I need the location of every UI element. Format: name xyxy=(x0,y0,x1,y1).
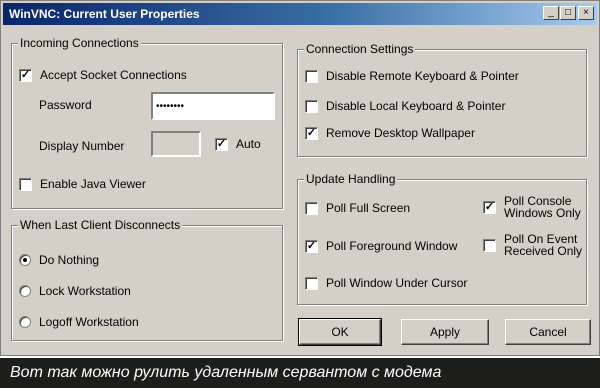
poll-console-label: Poll Console Windows Only xyxy=(504,195,581,219)
poll-console-checkbox[interactable]: ✓ Poll Console Windows Only xyxy=(483,195,581,219)
java-viewer-check-icon xyxy=(19,177,32,191)
cancel-button[interactable]: Cancel xyxy=(505,319,591,345)
radio-icon xyxy=(19,316,31,328)
password-input[interactable] xyxy=(153,94,273,118)
radio-selected-icon xyxy=(19,254,31,266)
poll-on-event-checkbox[interactable]: Poll On Event Received Only xyxy=(483,233,582,257)
checkbox-checked-icon: ✓ xyxy=(305,126,318,140)
checkbox-icon xyxy=(305,276,318,290)
disable-local-keyboard-checkbox[interactable]: Disable Local Keyboard & Pointer xyxy=(305,99,505,113)
maximize-icon[interactable]: □ xyxy=(560,6,576,20)
window-title: WinVNC: Current User Properties xyxy=(9,7,200,21)
close-icon[interactable]: × xyxy=(578,6,594,20)
checkbox-label: Disable Remote Keyboard & Pointer xyxy=(326,69,519,83)
display-number-input[interactable] xyxy=(153,133,199,155)
checkbox-icon xyxy=(305,99,318,113)
radio-logoff-workstation[interactable]: Logoff Workstation xyxy=(19,315,139,329)
password-label: Password xyxy=(39,98,92,112)
checkbox-label: Poll Full Screen xyxy=(326,201,411,215)
minimize-icon[interactable]: _ xyxy=(543,6,559,20)
display-number-label: Display Number xyxy=(39,139,125,153)
radio-do-nothing[interactable]: Do Nothing xyxy=(19,253,99,267)
checkbox-label: Poll Window Under Cursor xyxy=(326,276,468,290)
password-field[interactable] xyxy=(151,92,275,120)
accept-socket-label: Accept Socket Connections xyxy=(40,68,187,82)
checkbox-icon xyxy=(305,201,318,215)
photo-caption: Вот так можно рулить удаленным сервантом… xyxy=(0,358,600,388)
remove-wallpaper-checkbox[interactable]: ✓ Remove Desktop Wallpaper xyxy=(305,126,475,140)
poll-foreground-checkbox[interactable]: ✓ Poll Foreground Window xyxy=(305,239,457,253)
poll-on-event-label: Poll On Event Received Only xyxy=(504,233,582,257)
poll-under-cursor-checkbox[interactable]: Poll Window Under Cursor xyxy=(305,276,467,290)
apply-button[interactable]: Apply xyxy=(401,319,489,345)
radio-lock-workstation[interactable]: Lock Workstation xyxy=(19,284,131,298)
disable-remote-keyboard-checkbox[interactable]: Disable Remote Keyboard & Pointer xyxy=(305,69,519,83)
ok-button[interactable]: OK xyxy=(298,318,382,346)
radio-label: Lock Workstation xyxy=(39,284,131,298)
java-viewer-label: Enable Java Viewer xyxy=(40,177,146,191)
auto-checkbox[interactable]: ✓ Auto xyxy=(215,137,261,151)
checkbox-icon xyxy=(483,238,496,252)
checkbox-label: Remove Desktop Wallpaper xyxy=(326,126,475,140)
checkbox-checked-icon: ✓ xyxy=(483,200,496,214)
checkbox-label: Poll Foreground Window xyxy=(326,239,458,253)
checkbox-label: Disable Local Keyboard & Pointer xyxy=(326,99,506,113)
auto-check-icon: ✓ xyxy=(215,137,228,151)
accept-socket-check-icon: ✓ xyxy=(19,68,32,82)
display-number-field[interactable] xyxy=(151,131,201,157)
update-handling-label: Update Handling xyxy=(304,172,398,186)
poll-on-event-label-line2: Received Only xyxy=(504,244,583,258)
properties-dialog: WinVNC: Current User Properties _ □ × In… xyxy=(0,0,600,356)
java-viewer-checkbox[interactable]: Enable Java Viewer xyxy=(19,177,146,191)
radio-label: Logoff Workstation xyxy=(39,315,139,329)
checkbox-checked-icon: ✓ xyxy=(305,239,318,253)
radio-label: Do Nothing xyxy=(39,253,100,267)
poll-full-screen-checkbox[interactable]: Poll Full Screen xyxy=(305,201,410,215)
checkbox-icon xyxy=(305,69,318,83)
connection-settings-label: Connection Settings xyxy=(304,42,416,56)
poll-console-label-line2: Windows Only xyxy=(504,206,581,220)
auto-label: Auto xyxy=(236,137,261,151)
incoming-connections-label: Incoming Connections xyxy=(18,36,141,50)
disconnect-group-label: When Last Client Disconnects xyxy=(18,218,183,232)
radio-icon xyxy=(19,285,31,297)
title-bar[interactable]: WinVNC: Current User Properties _ □ × xyxy=(3,3,597,25)
accept-socket-checkbox[interactable]: ✓ Accept Socket Connections xyxy=(19,68,187,82)
